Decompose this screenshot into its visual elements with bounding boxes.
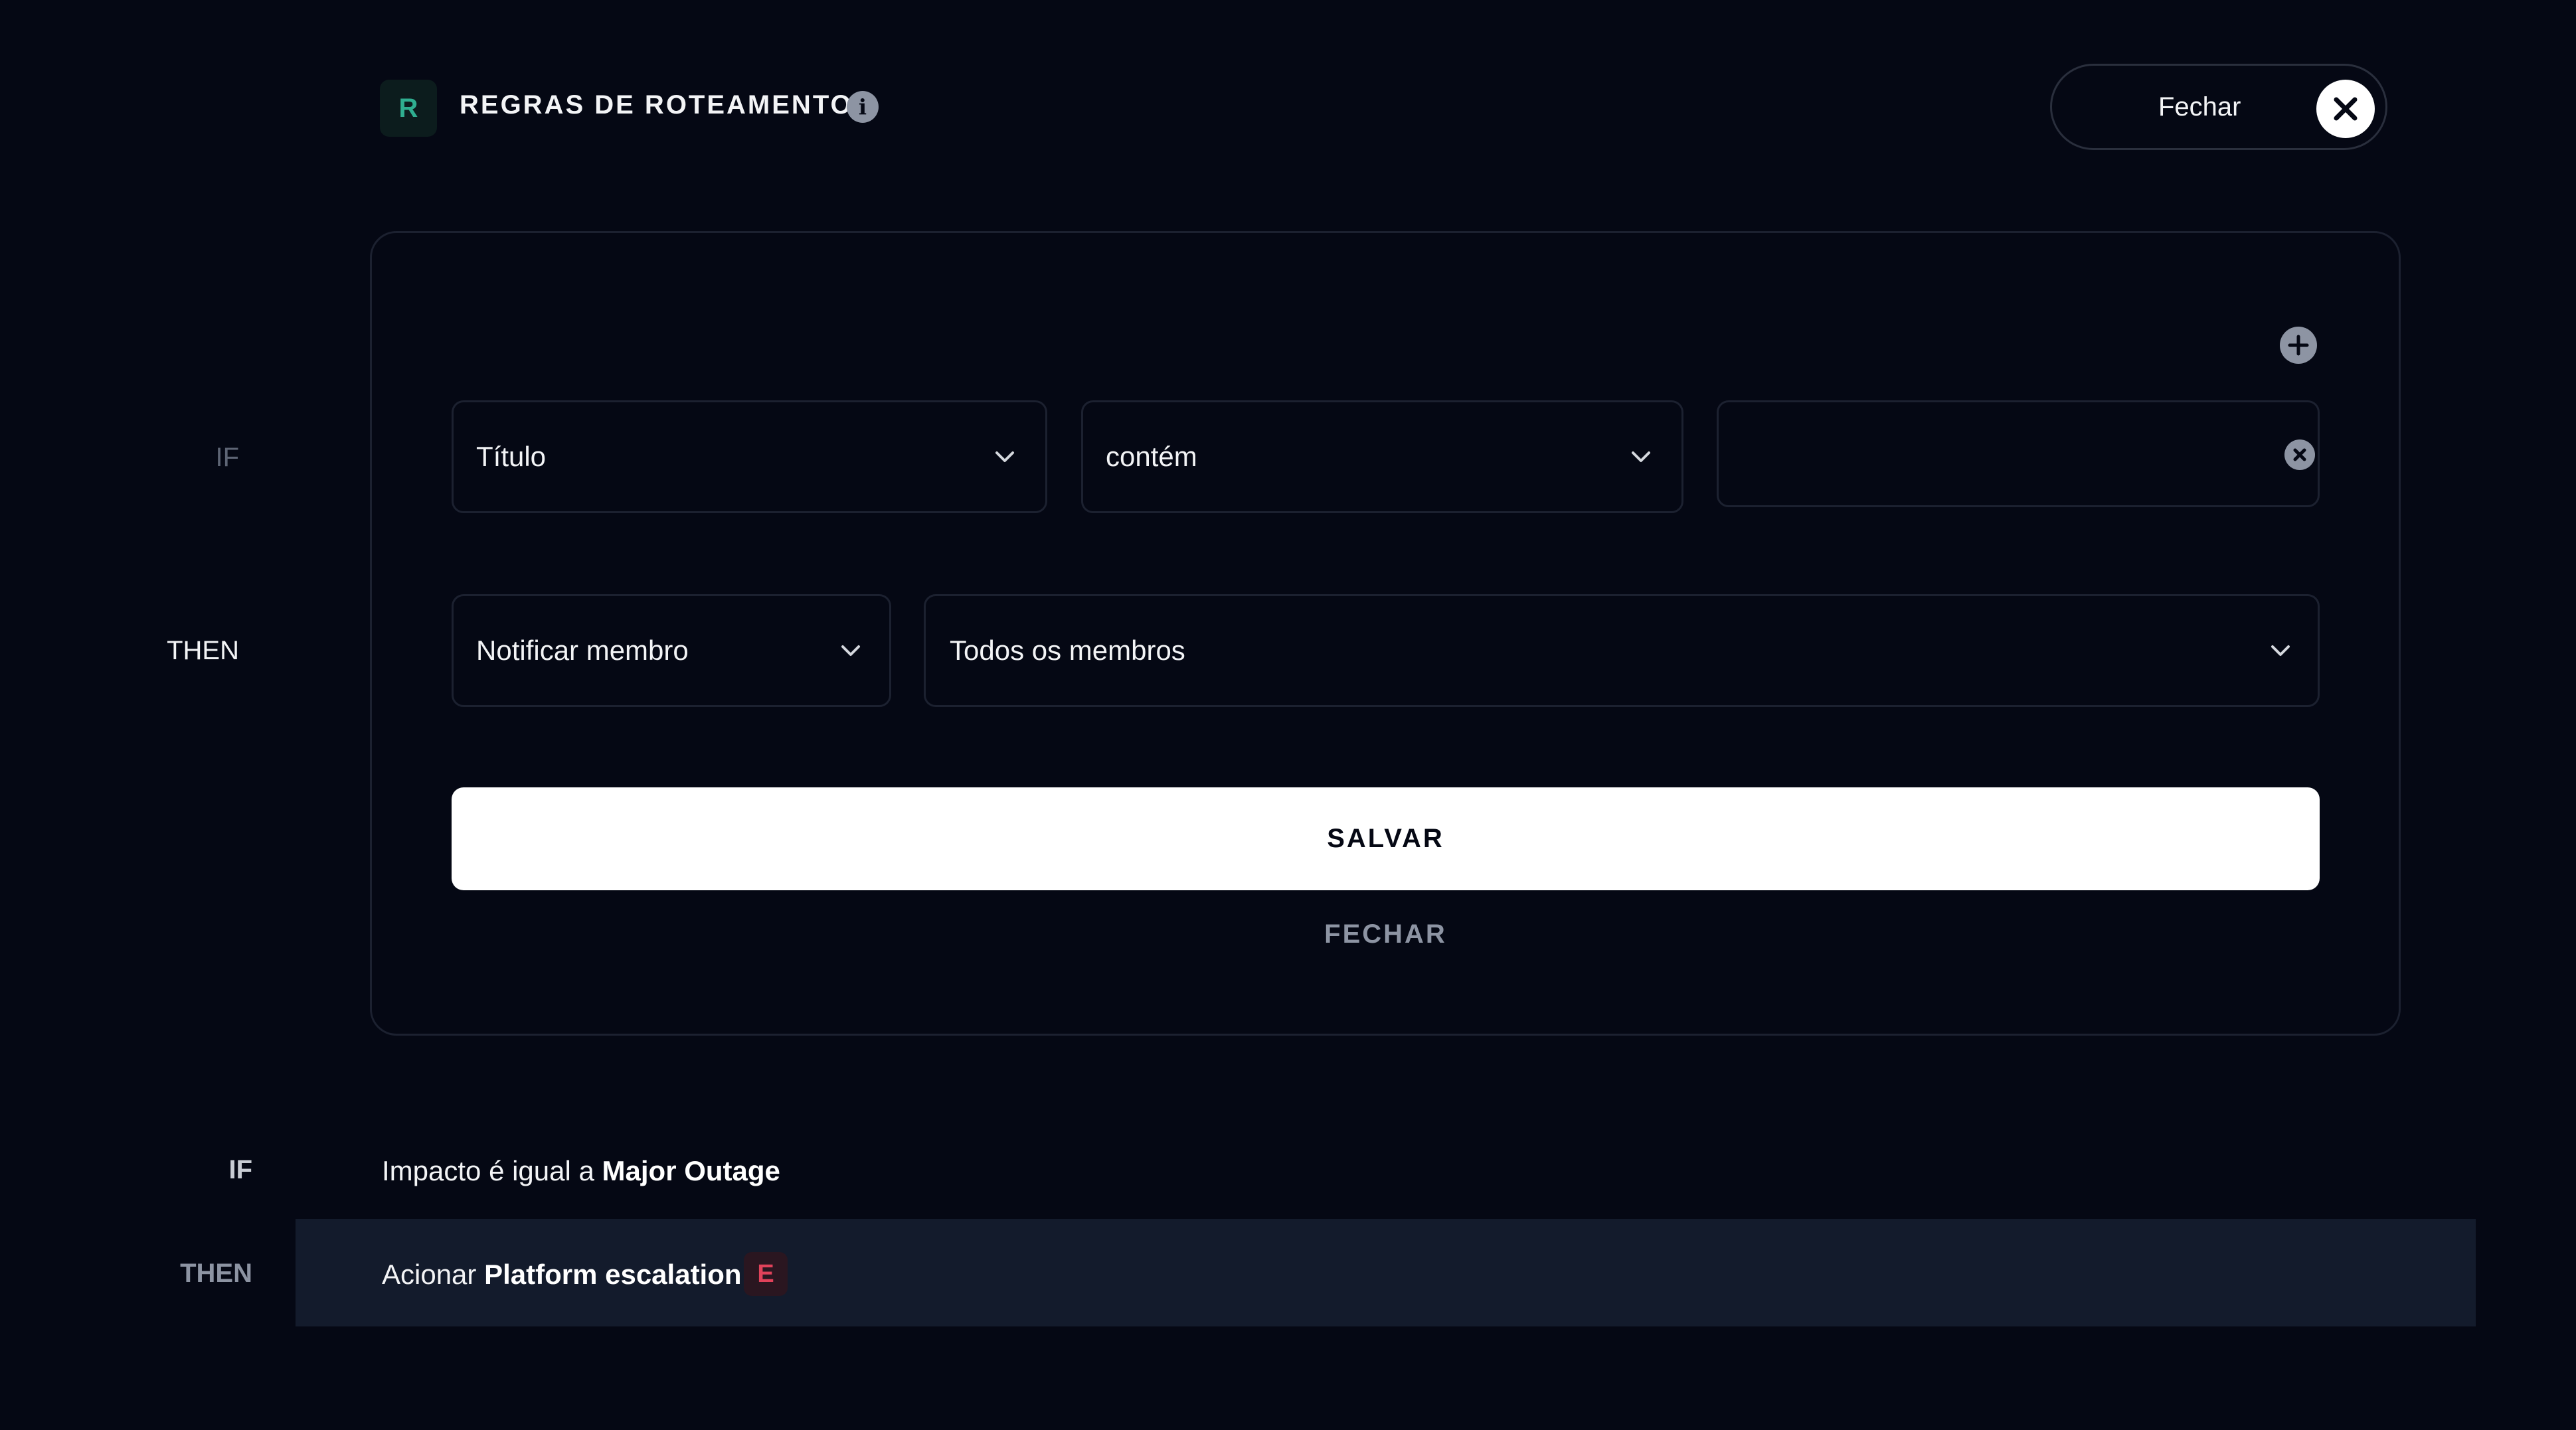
rule-condition-prefix: Impacto é igual a — [382, 1155, 594, 1186]
escalation-badge-letter: E — [757, 1259, 774, 1288]
condition-value-input[interactable] — [1717, 400, 2320, 507]
condition-operator-value: contém — [1106, 441, 1197, 472]
chevron-down-icon — [841, 645, 860, 656]
chevron-down-icon — [995, 451, 1014, 462]
action-type-value: Notificar membro — [476, 635, 689, 666]
rules-logo-letter: R — [398, 93, 418, 123]
condition-operator-select[interactable]: contém — [1081, 400, 1683, 513]
rule-condition: Impacto é igual a Major Outage — [382, 1155, 780, 1187]
cancel-button[interactable]: FECHAR — [452, 919, 2320, 949]
condition-field-value: Título — [476, 441, 547, 472]
save-button[interactable]: SALVAR — [452, 787, 2320, 890]
then-row-label: THEN — [167, 636, 239, 665]
rule-condition-value: Major Outage — [602, 1155, 780, 1186]
action-target-value: Todos os membros — [950, 635, 1185, 666]
close-icon[interactable] — [2316, 80, 2375, 138]
escalation-badge: E — [744, 1252, 788, 1296]
if-row-label: IF — [215, 443, 239, 472]
routing-rules-page: R REGRAS DE ROTEAMENTO i Fechar IF Títul… — [0, 0, 2576, 1430]
close-header-label: Fechar — [2158, 92, 2241, 121]
rule-if-label: IF — [228, 1155, 252, 1184]
chevron-down-icon — [2271, 645, 2290, 656]
condition-field-select[interactable]: Título — [452, 400, 1047, 513]
rule-then-label: THEN — [180, 1259, 252, 1288]
rules-logo: R — [380, 80, 437, 137]
action-type-select[interactable]: Notificar membro — [452, 594, 891, 707]
rule-action-prefix: Acionar — [382, 1259, 477, 1290]
close-header-button[interactable]: Fechar — [2050, 64, 2387, 150]
page-title: REGRAS DE ROTEAMENTO — [460, 90, 853, 119]
rule-action-value: Platform escalation — [484, 1259, 742, 1290]
chevron-down-icon — [1632, 451, 1650, 462]
rule-action: Acionar Platform escalation — [382, 1259, 742, 1291]
plus-circle-icon[interactable] — [2280, 327, 2317, 364]
clear-circle-icon[interactable] — [2284, 439, 2315, 470]
action-target-select[interactable]: Todos os membros — [924, 594, 2320, 707]
save-button-label: SALVAR — [1327, 824, 1444, 853]
info-icon[interactable]: i — [847, 91, 879, 123]
